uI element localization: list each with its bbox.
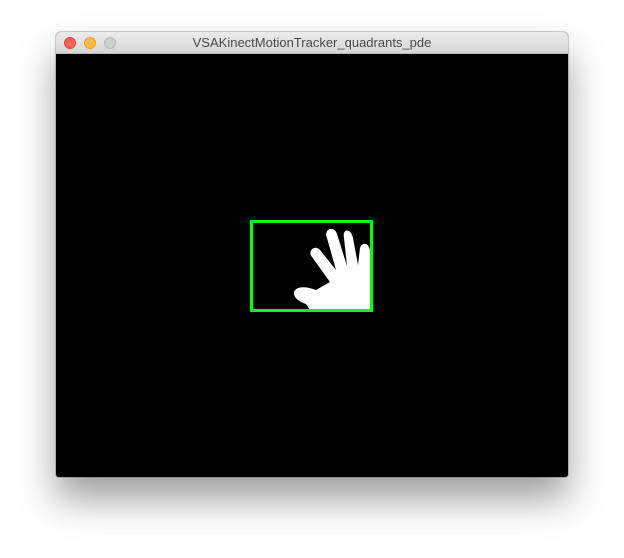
title-bar[interactable]: VSAKinectMotionTracker_quadrants_pde [56,32,568,54]
app-window: VSAKinectMotionTracker_quadrants_pde [56,32,568,477]
window-title: VSAKinectMotionTracker_quadrants_pde [192,35,432,50]
tracking-rectangle [250,220,373,312]
sketch-canvas[interactable] [56,54,568,477]
